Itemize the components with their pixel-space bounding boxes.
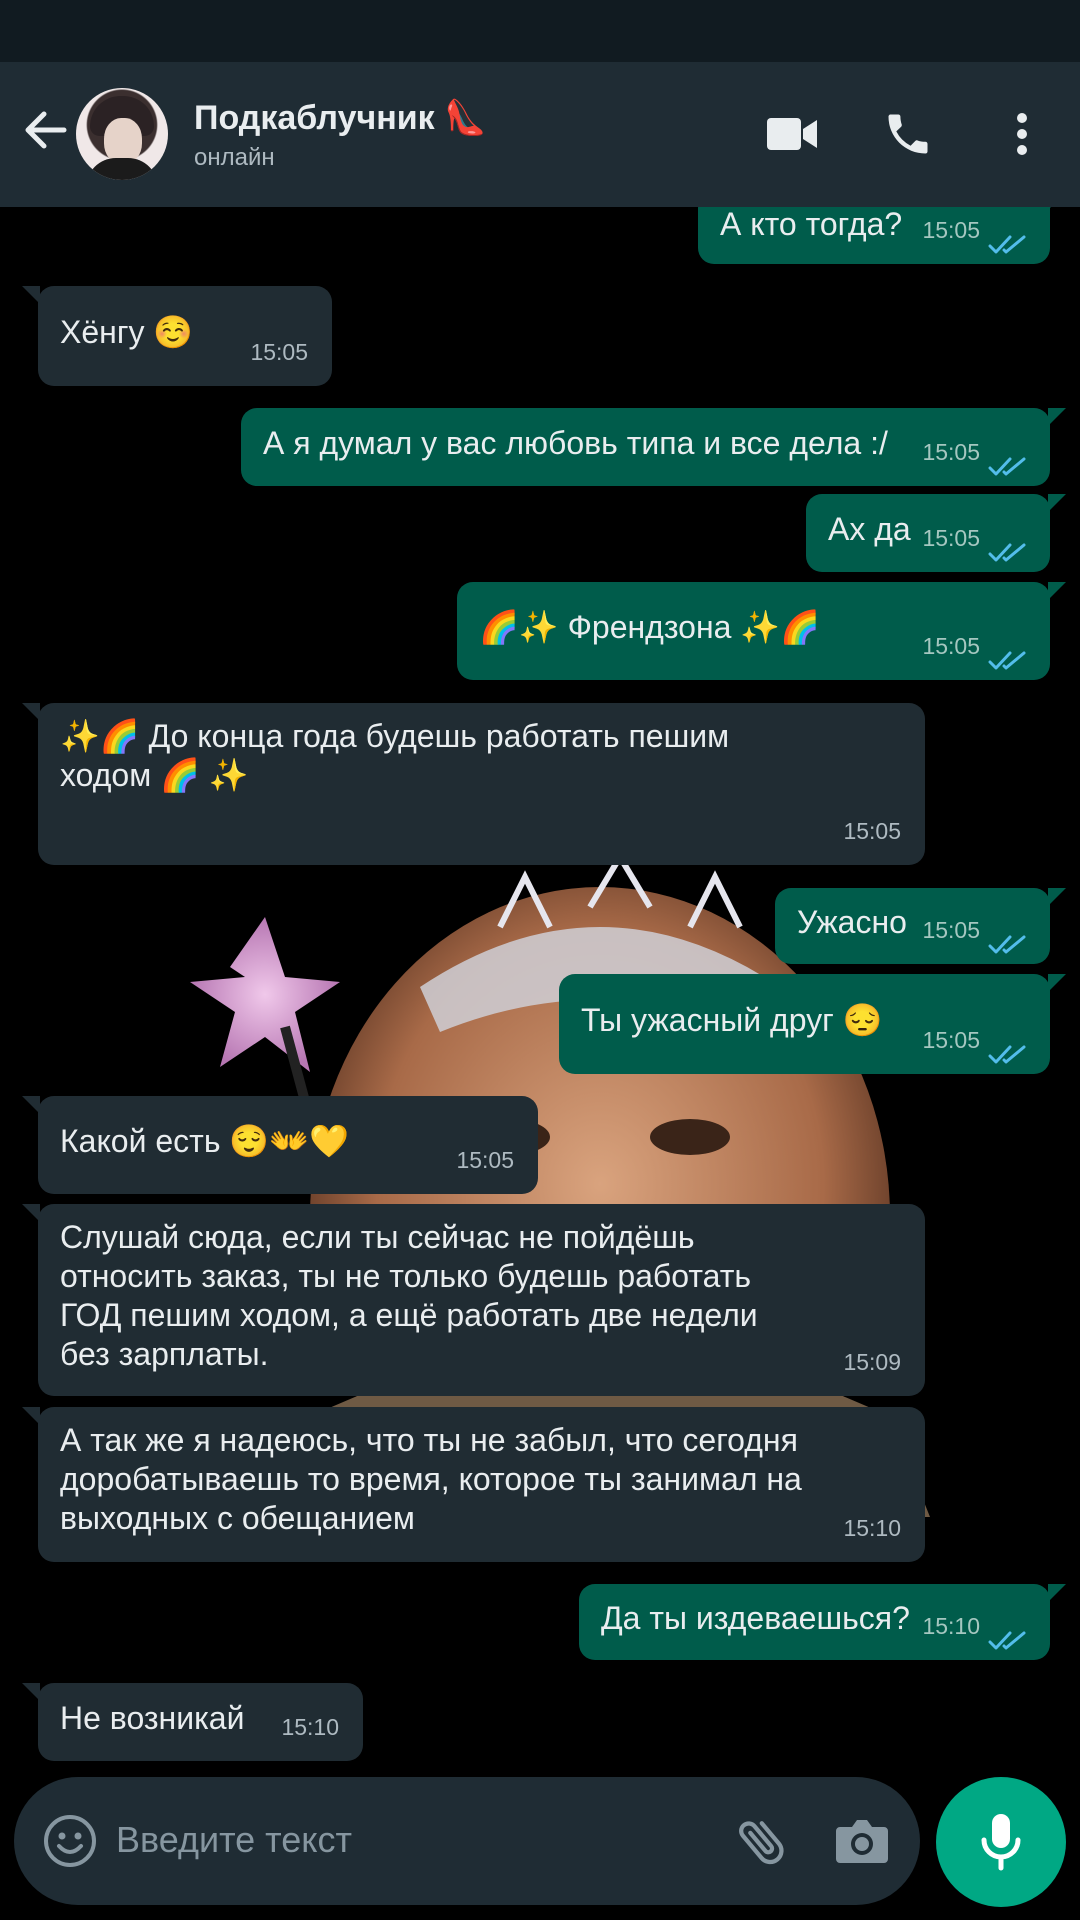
message-time: 15:05	[843, 818, 901, 844]
incoming-message[interactable]: Не возникай 15:10	[22, 1683, 363, 1761]
message-time: 15:10	[281, 1714, 339, 1740]
message-text: 🌈✨ Френдзона ✨🌈	[479, 609, 820, 645]
outgoing-message[interactable]: Ты ужасный друг 😔 15:05	[559, 974, 1066, 1074]
message-text: Да ты издеваешься?	[601, 1600, 910, 1636]
message-time: 15:05	[922, 439, 980, 465]
attach-icon[interactable]	[732, 1811, 792, 1871]
video-call-icon[interactable]	[760, 102, 824, 166]
message-time: 15:05	[250, 339, 308, 365]
message-time: 15:09	[843, 1349, 901, 1375]
read-receipt-icon	[988, 1622, 1028, 1650]
message-time: 15:05	[456, 1147, 514, 1173]
incoming-message[interactable]: Хёнгу ☺️ 15:05	[22, 286, 332, 386]
message-time: 15:05	[922, 1027, 980, 1053]
read-receipt-icon	[988, 926, 1028, 954]
message-text: ✨🌈 До конца года будешь работать пешим х…	[60, 718, 730, 793]
message-text: Какой есть 😌👐💛	[60, 1123, 349, 1159]
incoming-message[interactable]: А так же я надеюсь, что ты не забыл, что…	[22, 1407, 925, 1562]
more-vert-icon[interactable]	[990, 102, 1054, 166]
read-receipt-icon	[988, 448, 1028, 476]
message-text: Ты ужасный друг 😔	[581, 1002, 883, 1038]
message-text: А кто тогда?	[720, 206, 903, 242]
message-text: А так же я надеюсь, что ты не забыл, что…	[60, 1422, 802, 1536]
outgoing-message[interactable]: 🌈✨ Френдзона ✨🌈 15:05	[457, 582, 1066, 680]
message-time: 15:05	[922, 917, 980, 943]
message-text: А я думал у вас любовь типа и все дела :…	[263, 425, 888, 461]
avatar[interactable]	[76, 88, 168, 180]
message-text: Не возникай	[60, 1700, 245, 1736]
phone-icon[interactable]	[876, 102, 940, 166]
read-receipt-icon	[988, 642, 1028, 670]
camera-icon[interactable]	[832, 1813, 892, 1869]
outgoing-message[interactable]: Да ты издеваешься? 15:10	[579, 1584, 1066, 1660]
message-text: Слушай сюда, если ты сейчас не пойдёшь о…	[60, 1219, 758, 1372]
outgoing-message[interactable]: А я думал у вас любовь типа и все дела :…	[241, 408, 1066, 486]
contact-name[interactable]: Подкаблучник 👠	[194, 98, 486, 138]
contact-status: онлайн	[194, 144, 275, 171]
read-receipt-icon	[988, 1036, 1028, 1064]
chat-header: Подкаблучник 👠 онлайн	[0, 62, 1080, 207]
outgoing-message[interactable]: Ах да 15:05	[806, 494, 1066, 572]
message-time: 15:05	[922, 525, 980, 551]
message-composer: Введите текст	[14, 1777, 920, 1905]
message-time: 15:05	[922, 217, 980, 243]
message-text: Ужасно	[797, 904, 907, 940]
status-bar	[0, 0, 1080, 62]
message-text: Ах да	[828, 511, 911, 547]
read-receipt-icon	[988, 534, 1028, 562]
message-time: 15:10	[843, 1515, 901, 1541]
back-arrow-icon[interactable]	[18, 102, 74, 158]
incoming-message[interactable]: ✨🌈 До конца года будешь работать пешим х…	[22, 703, 925, 865]
incoming-message[interactable]: Слушай сюда, если ты сейчас не пойдёшь о…	[22, 1204, 925, 1396]
emoji-icon[interactable]	[42, 1813, 98, 1869]
mic-button[interactable]	[936, 1777, 1066, 1907]
outgoing-message[interactable]: Ужасно 15:05	[775, 888, 1066, 964]
incoming-message[interactable]: Какой есть 😌👐💛 15:05	[22, 1096, 538, 1194]
mic-icon	[981, 1814, 1021, 1871]
read-receipt-icon	[988, 226, 1028, 254]
message-time: 15:05	[922, 633, 980, 659]
message-time: 15:10	[922, 1613, 980, 1639]
message-input[interactable]: Введите текст	[116, 1819, 352, 1861]
message-text: Хёнгу ☺️	[60, 314, 194, 350]
